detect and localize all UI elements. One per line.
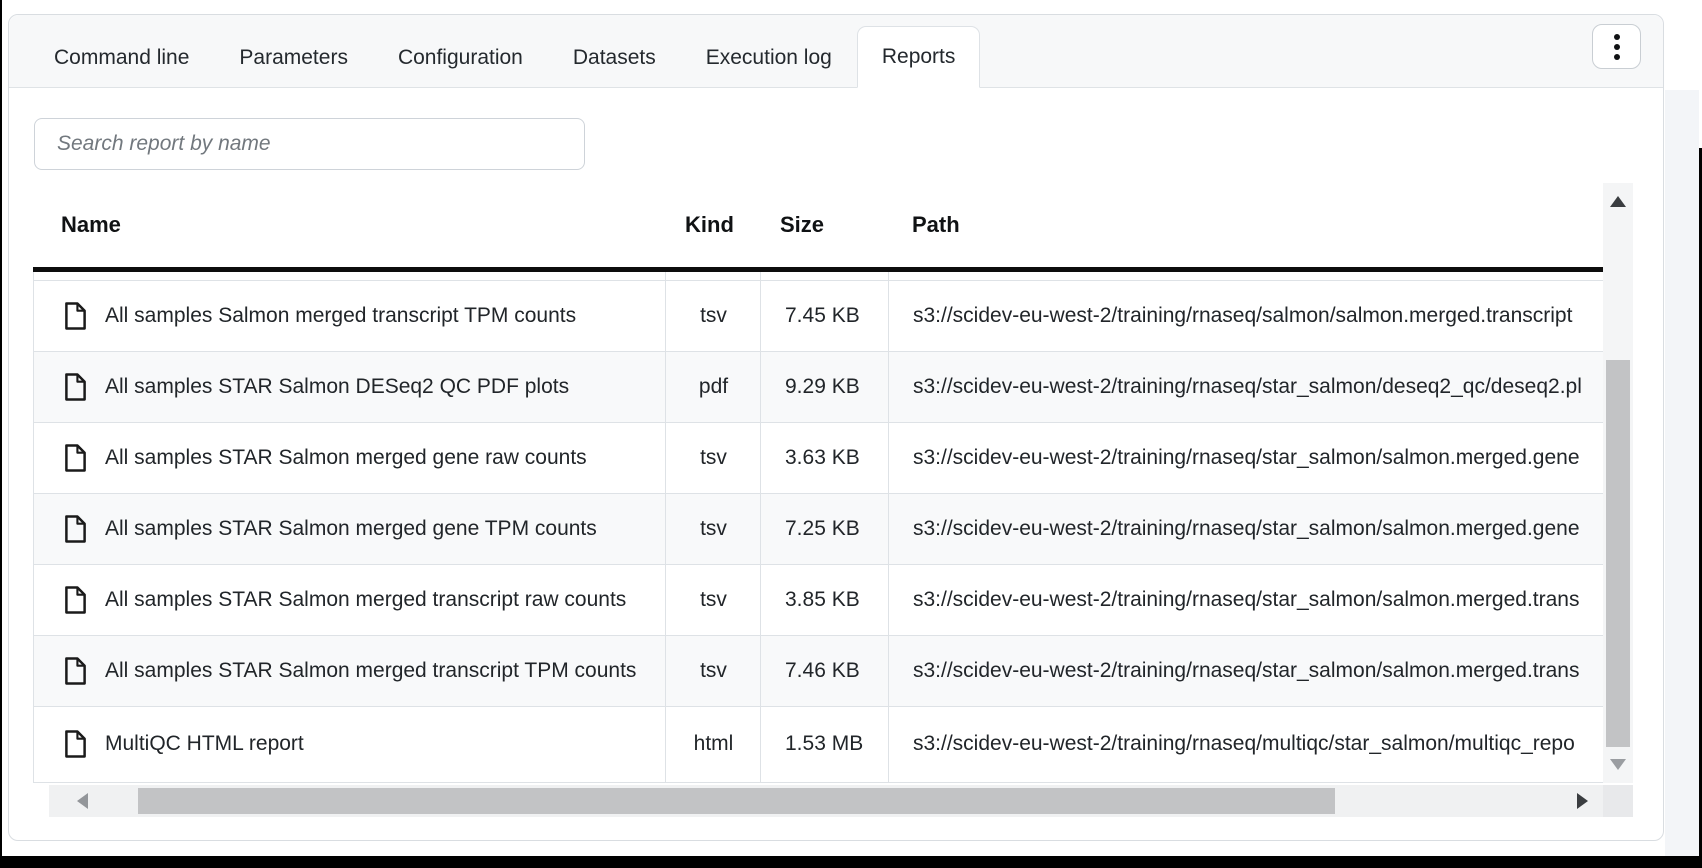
table-body-viewport: All samples Salmon merged transcript TPM…: [33, 272, 1603, 783]
tab-reports[interactable]: Reports: [857, 26, 981, 88]
column-divider: [760, 272, 761, 783]
file-icon: [64, 656, 87, 686]
column-header-size: Size: [760, 212, 888, 238]
horizontal-scrollbar-thumb[interactable]: [138, 788, 1335, 814]
report-path: s3://scidev-eu-west-2/training/rnaseq/sa…: [889, 304, 1603, 328]
report-path: s3://scidev-eu-west-2/training/rnaseq/st…: [889, 375, 1603, 399]
tab-header: Command lineParametersConfigurationDatas…: [9, 15, 1663, 88]
report-path: s3://scidev-eu-west-2/training/rnaseq/st…: [889, 517, 1603, 541]
report-path: s3://scidev-eu-west-2/training/rnaseq/st…: [889, 588, 1603, 612]
scroll-left-arrow-icon[interactable]: [77, 793, 88, 809]
report-kind: tsv: [666, 588, 761, 612]
file-icon: [64, 729, 87, 759]
file-icon: [64, 372, 87, 402]
page: Command lineParametersConfigurationDatas…: [0, 0, 1702, 868]
report-name: All samples STAR Salmon merged gene TPM …: [105, 517, 597, 541]
horizontal-scrollbar[interactable]: [49, 785, 1603, 817]
report-size: 3.85 KB: [761, 588, 889, 612]
table-row[interactable]: MultiQC HTML report html 1.53 MB s3://sc…: [34, 707, 1603, 780]
scroll-up-arrow-icon[interactable]: [1610, 196, 1626, 207]
search-input[interactable]: [34, 118, 585, 170]
table-row[interactable]: All samples Salmon merged transcript TPM…: [34, 281, 1603, 352]
report-kind: pdf: [666, 375, 761, 399]
report-name: All samples Salmon merged transcript TPM…: [105, 304, 576, 328]
report-size: 7.46 KB: [761, 659, 889, 683]
kebab-vertical-icon: [1614, 44, 1620, 50]
tab-parameters[interactable]: Parameters: [214, 28, 373, 88]
more-options-button[interactable]: [1592, 24, 1641, 69]
report-name: MultiQC HTML report: [105, 732, 304, 756]
table-row[interactable]: All samples STAR Salmon DESeq2 QC PDF pl…: [34, 352, 1603, 423]
report-kind: html: [666, 732, 761, 756]
file-icon: [64, 514, 87, 544]
kebab-vertical-icon: [1614, 54, 1620, 60]
report-size: 3.63 KB: [761, 446, 889, 470]
column-divider: [888, 272, 889, 783]
report-name: All samples STAR Salmon merged transcrip…: [105, 659, 636, 683]
tab-configuration[interactable]: Configuration: [373, 28, 548, 88]
scroll-right-arrow-icon[interactable]: [1577, 793, 1588, 809]
column-divider: [665, 272, 666, 783]
report-size: 7.45 KB: [761, 304, 889, 328]
report-size: 1.53 MB: [761, 732, 889, 756]
kebab-vertical-icon: [1614, 34, 1620, 40]
tab-execution-log[interactable]: Execution log: [681, 28, 857, 88]
report-size: 7.25 KB: [761, 517, 889, 541]
vertical-scrollbar[interactable]: [1603, 183, 1633, 783]
report-name: All samples STAR Salmon merged transcrip…: [105, 588, 626, 612]
column-header-name: Name: [33, 212, 665, 238]
table-row[interactable]: All samples STAR Salmon merged gene TPM …: [34, 494, 1603, 565]
table-row[interactable]: All samples STAR Salmon merged transcrip…: [34, 636, 1603, 707]
table-header-row: Name Kind Size Path: [33, 183, 1603, 267]
file-icon: [64, 443, 87, 473]
file-icon: [64, 585, 87, 615]
file-icon: [64, 301, 87, 331]
tab-command-line[interactable]: Command line: [29, 28, 214, 88]
tab-datasets[interactable]: Datasets: [548, 28, 681, 88]
report-name: All samples STAR Salmon DESeq2 QC PDF pl…: [105, 375, 569, 399]
tab-bar: Command lineParametersConfigurationDatas…: [29, 26, 980, 88]
table-row[interactable]: All samples STAR Salmon merged transcrip…: [34, 565, 1603, 636]
scroll-down-arrow-icon[interactable]: [1610, 759, 1626, 770]
table-row[interactable]: All samples STAR Salmon merged gene raw …: [34, 423, 1603, 494]
reports-table: Name Kind Size Path All samples Salmon m…: [33, 183, 1633, 817]
scrollbar-corner: [1603, 785, 1633, 817]
report-size: 9.29 KB: [761, 375, 889, 399]
column-header-path: Path: [888, 212, 1603, 238]
page-background-strip: [1665, 90, 1699, 856]
report-kind: tsv: [666, 446, 761, 470]
column-header-kind: Kind: [665, 212, 760, 238]
report-name: All samples STAR Salmon merged gene raw …: [105, 446, 587, 470]
report-path: s3://scidev-eu-west-2/training/rnaseq/mu…: [889, 732, 1603, 756]
report-kind: tsv: [666, 517, 761, 541]
report-path: s3://scidev-eu-west-2/training/rnaseq/st…: [889, 659, 1603, 683]
partial-scrolled-row: [34, 272, 1603, 281]
vertical-scrollbar-thumb[interactable]: [1606, 360, 1630, 747]
report-kind: tsv: [666, 659, 761, 683]
frame-edge: [0, 856, 1702, 868]
report-kind: tsv: [666, 304, 761, 328]
frame-edge: [0, 0, 2, 868]
report-path: s3://scidev-eu-west-2/training/rnaseq/st…: [889, 446, 1603, 470]
